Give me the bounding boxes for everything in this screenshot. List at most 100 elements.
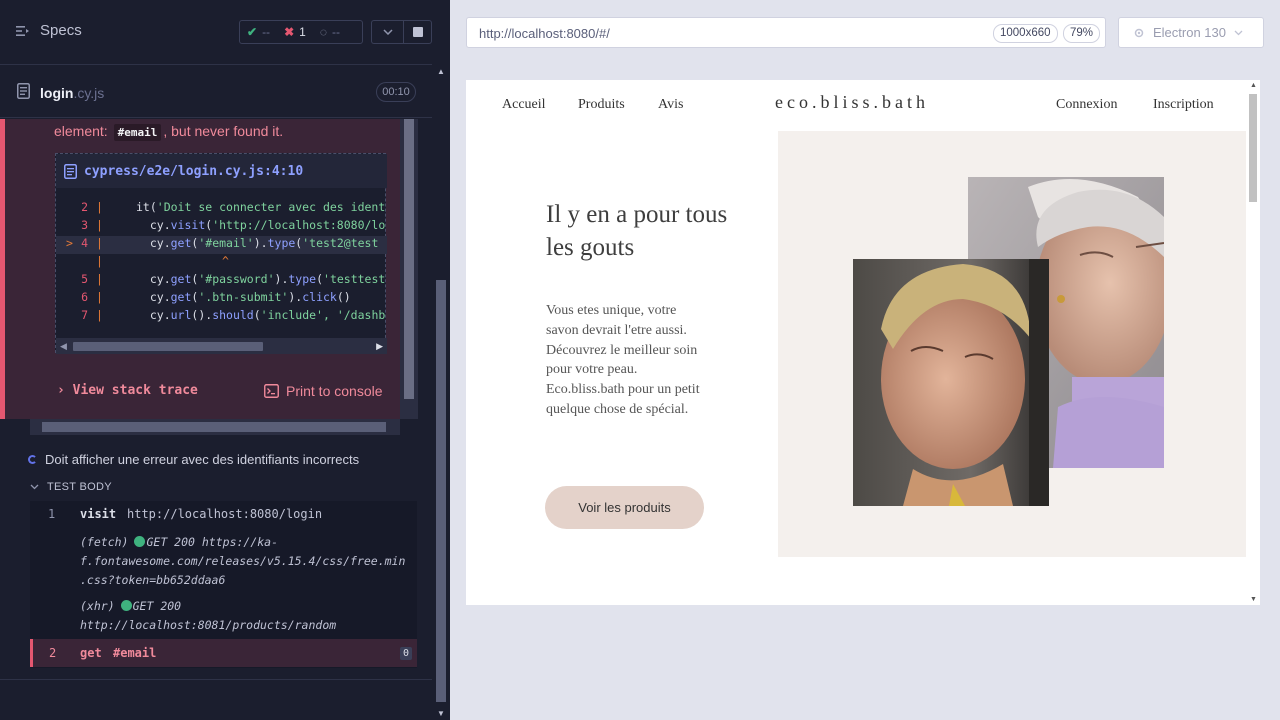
spec-file-name[interactable]: login.cy.js (40, 85, 104, 101)
code-token: ). (274, 272, 289, 286)
gear-icon (1134, 28, 1144, 37)
reporter-header: Specs ✔ -- ✖ 1 ◌ -- (0, 0, 432, 65)
command-fetch-event[interactable]: (fetch) GET 200 https://ka- f.fontawesome… (80, 533, 413, 590)
code-frame-path[interactable]: cypress/e2e/login.cy.js:4:10 (84, 164, 303, 179)
specs-list-icon (16, 25, 29, 36)
event-url-2: f.fontawesome.com/releases/v5.15.4/css/f… (80, 554, 406, 568)
code-token: ( (316, 272, 324, 286)
app-under-test: Accueil Produits Avis eco.bliss.bath Con… (466, 80, 1260, 605)
reporter-scrollbar[interactable]: ▲ ▼ (434, 65, 448, 720)
specs-label: Specs (40, 22, 82, 39)
code-token: cy. (136, 218, 171, 232)
event-type: (xhr) (80, 599, 115, 613)
error-box: element: #email, but never found it. cyp… (0, 119, 400, 419)
code-string: 'test2@test (302, 236, 379, 250)
code-token: ). (288, 290, 303, 304)
code-string: 'http://localhost:8080/lo (212, 218, 386, 232)
line-number: 3 (81, 218, 88, 232)
error-caret: ^ (222, 254, 229, 268)
element-count-badge: 0 (400, 647, 412, 660)
view-stack-trace-label: View stack trace (72, 383, 198, 398)
code-string: '#password' (198, 272, 275, 286)
nav-connexion[interactable]: Connexion (1056, 97, 1117, 113)
code-lines: 2 | it('Doit se connecter avec des ident … (56, 200, 387, 326)
scrollbar-thumb[interactable] (436, 280, 446, 702)
scroll-down-icon[interactable]: ▼ (437, 709, 445, 718)
code-method: type (288, 272, 317, 286)
aut-panel: http://localhost:8080/#/ 1000x660 79% El… (450, 0, 1280, 720)
hero-title: Il y en a pour tous les gouts (546, 201, 728, 261)
code-string: 'include', '/dashb (260, 308, 386, 322)
stop-button[interactable] (403, 20, 432, 44)
code-string: '.btn-submit' (198, 290, 289, 304)
code-token: cy. (136, 236, 171, 250)
spec-file-header: login.cy.js 00:10 (0, 66, 432, 118)
status-dot-icon (134, 536, 146, 547)
site-logo[interactable]: eco.bliss.bath (775, 92, 929, 113)
scroll-up-icon[interactable]: ▲ (1250, 82, 1257, 89)
code-frame-scrollbar[interactable]: ◀ ▶ (56, 338, 387, 354)
zoom-badge[interactable]: 79% (1063, 24, 1101, 43)
command-xhr-event[interactable]: (xhr) GET 200 http://localhost:8081/produ… (80, 597, 413, 635)
command-number: 1 (48, 507, 56, 521)
line-gutter: | (96, 236, 103, 250)
code-frame: cypress/e2e/login.cy.js:4:10 2 | it('Doit… (55, 153, 387, 354)
print-to-console-button[interactable]: Print to console (264, 383, 383, 399)
view-stack-trace-button[interactable]: › View stack trace (57, 383, 198, 398)
aut-scrollbar[interactable]: ▲ ▼ (1246, 80, 1260, 605)
scroll-left-icon[interactable]: ◀ (60, 341, 67, 352)
scrollbar-thumb[interactable] (73, 342, 263, 351)
viewport-size-badge[interactable]: 1000x660 (993, 24, 1058, 43)
code-token: ( (253, 308, 261, 322)
event-type: (fetch) (80, 535, 129, 549)
nav-avis[interactable]: Avis (658, 97, 683, 113)
error-msg-suffix: , but never found it. (163, 123, 284, 139)
browser-name: Electron 130 (1153, 25, 1226, 40)
scrollbar-thumb[interactable] (404, 119, 414, 399)
test-item[interactable]: Doit afficher une erreur avec des identi… (28, 452, 359, 467)
line-number: 2 (81, 200, 88, 214)
chevron-down-icon (1234, 30, 1243, 35)
code-line-source: cy.get('.btn-submit').click() (136, 290, 351, 304)
run-options-button[interactable] (371, 20, 403, 44)
scroll-right-icon[interactable]: ▶ (376, 341, 383, 352)
code-string: '#email' (198, 236, 254, 250)
passed-stat: ✔ -- (240, 25, 277, 39)
scrollbar-thumb[interactable] (42, 422, 386, 432)
error-vertical-scrollbar[interactable] (400, 119, 418, 419)
code-frame-header[interactable]: cypress/e2e/login.cy.js:4:10 (56, 154, 387, 188)
nav-produits[interactable]: Produits (578, 97, 625, 113)
code-string: 'testtest (323, 272, 386, 286)
code-line-source: it('Doit se connecter avec des ident (136, 200, 385, 214)
code-method: get (170, 272, 192, 286)
error-horizontal-scrollbar[interactable] (30, 419, 400, 435)
url-text[interactable]: http://localhost:8080/#/ (479, 26, 610, 41)
scroll-up-icon[interactable]: ▲ (437, 67, 445, 76)
code-method: get (170, 236, 192, 250)
failed-stat: ✖ 1 (277, 25, 313, 39)
specs-toggle-button[interactable]: Specs (16, 22, 82, 39)
command-name: visit (80, 507, 117, 521)
scrollbar-thumb[interactable] (1249, 94, 1257, 202)
nav-accueil[interactable]: Accueil (502, 97, 546, 113)
code-line: 7 | cy.url().should('include', '/dashb (56, 308, 387, 326)
code-line: 5 | cy.get('#password').type('testtest (56, 272, 387, 290)
stop-icon (412, 27, 423, 37)
test-body-label: TEST BODY (47, 481, 112, 493)
browser-selector[interactable]: Electron 130 (1118, 17, 1264, 48)
failed-count: 1 (299, 25, 306, 39)
event-status: GET 200 (132, 599, 182, 613)
code-token: cy. (136, 290, 171, 304)
view-products-button[interactable]: Voir les produits (545, 486, 704, 529)
code-method: should (212, 308, 254, 322)
scroll-down-icon[interactable]: ▼ (1250, 596, 1257, 603)
event-status: GET 200 (146, 535, 195, 549)
test-title: Doit afficher une erreur avec des identi… (45, 452, 360, 467)
nav-inscription[interactable]: Inscription (1153, 97, 1214, 113)
url-bar[interactable]: http://localhost:8080/#/ 1000x660 79% (466, 17, 1106, 48)
hero-text: Vous etes unique, votre savon devrait l'… (546, 303, 700, 417)
command-get-failed[interactable]: 2 get #email 0 (30, 639, 417, 667)
line-gutter: | (96, 308, 103, 322)
test-body-toggle[interactable]: TEST BODY (30, 481, 112, 493)
code-method: get (170, 290, 192, 304)
